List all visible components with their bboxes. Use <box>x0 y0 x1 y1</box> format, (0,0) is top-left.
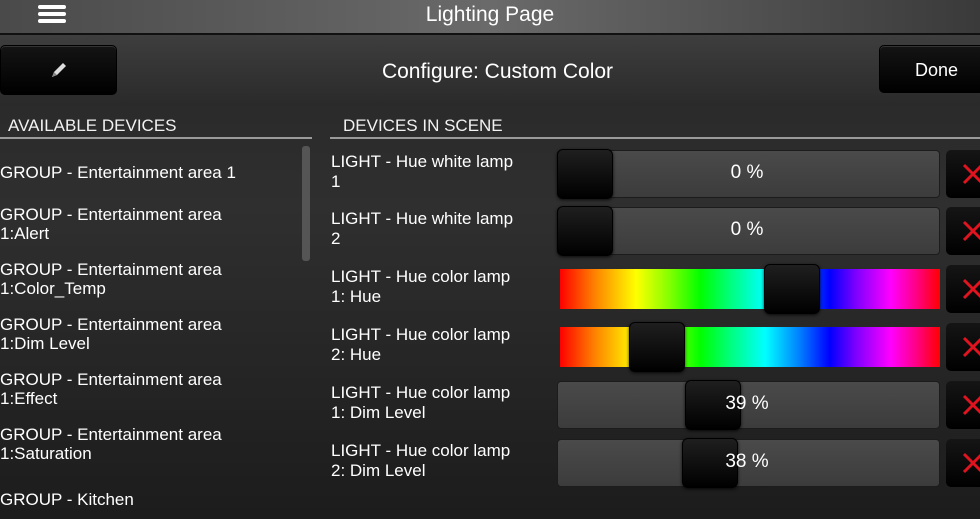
done-button[interactable]: Done <box>879 45 980 93</box>
red-x-icon <box>962 220 980 242</box>
slider-value: 38 % <box>725 451 769 472</box>
list-item[interactable]: GROUP - Entertainment area 1:Dim Level <box>0 315 300 353</box>
scene-row-label: LIGHT - Hue color lamp 1: Dim Level <box>331 383 556 423</box>
scene-row-label: LIGHT - Hue color lamp 2: Dim Level <box>331 441 556 481</box>
list-item-sublabel: 1:Effect <box>0 389 58 408</box>
config-bar: Configure: Custom Color Done <box>0 35 980 105</box>
scene-row-label-line2: 2: Hue <box>331 345 382 364</box>
scene-row-label: LIGHT - Hue color lamp 2: Hue <box>331 325 556 365</box>
scene-row-label-line2: 1: Dim Level <box>331 403 426 422</box>
list-item-label: GROUP - Entertainment area <box>0 315 222 334</box>
list-item[interactable]: GROUP - Kitchen <box>0 490 300 509</box>
list-item-label: GROUP - Entertainment area <box>0 260 222 279</box>
devices-in-scene-heading: DEVICES IN SCENE <box>343 116 503 135</box>
remove-device-button[interactable] <box>946 381 980 429</box>
slider-thumb[interactable] <box>629 322 685 372</box>
slider-thumb[interactable] <box>764 264 820 314</box>
config-title: Configure: Custom Color <box>381 60 614 83</box>
scene-row-label-line1: LIGHT - Hue color lamp <box>331 325 511 344</box>
red-x-icon <box>962 452 980 474</box>
slider-thumb[interactable] <box>557 206 613 256</box>
scene-row-label-line2: 1 <box>331 172 341 191</box>
hue-slider-track[interactable] <box>560 269 940 309</box>
remove-device-button[interactable] <box>946 323 980 371</box>
slider-thumb[interactable] <box>557 149 613 199</box>
scene-row-label: LIGHT - Hue color lamp 1: Hue <box>331 267 556 307</box>
scene-divider <box>330 137 980 139</box>
list-item-sublabel: 1:Dim Level <box>0 334 90 353</box>
scene-row-label-line1: LIGHT - Hue color lamp <box>331 383 511 402</box>
remove-device-button[interactable] <box>946 150 980 198</box>
scene-row-label-line1: LIGHT - Hue color lamp <box>331 267 511 286</box>
scene-row-label-line1: LIGHT - Hue white lamp <box>331 152 514 171</box>
scene-row-label: LIGHT - Hue white lamp 2 <box>331 209 556 249</box>
list-item-label: GROUP - Kitchen <box>0 490 134 509</box>
list-item-sublabel: 1:Alert <box>0 224 50 243</box>
red-x-icon <box>962 394 980 416</box>
page-title: Lighting Page <box>425 3 555 26</box>
available-divider <box>0 137 312 139</box>
available-scrollbar[interactable] <box>302 146 310 261</box>
scene-row-label-line1: LIGHT - Hue white lamp <box>331 209 514 228</box>
red-x-icon <box>962 163 980 185</box>
list-item[interactable]: GROUP - Entertainment area 1:Color_Temp <box>0 260 300 298</box>
list-item-label: GROUP - Entertainment area 1 <box>0 163 236 182</box>
scene-row-label-line2: 1: Hue <box>331 287 382 306</box>
red-x-icon <box>962 336 980 358</box>
scene-row-label-line2: 2 <box>331 229 341 248</box>
remove-device-button[interactable] <box>946 207 980 255</box>
slider-value: 0 % <box>730 162 764 183</box>
list-item[interactable]: GROUP - Entertainment area 1:Effect <box>0 370 300 408</box>
list-item-label: GROUP - Entertainment area <box>0 425 222 444</box>
list-item[interactable]: GROUP - Entertainment area 1:Saturation <box>0 425 300 463</box>
list-item-sublabel: 1:Color_Temp <box>0 279 106 298</box>
scene-row-label-line2: 2: Dim Level <box>331 461 426 480</box>
list-item-sublabel: 1:Saturation <box>0 444 92 463</box>
list-item[interactable]: GROUP - Entertainment area 1 <box>0 163 300 182</box>
list-item-label: GROUP - Entertainment area <box>0 205 222 224</box>
hue-slider-track[interactable] <box>560 327 940 367</box>
remove-device-button[interactable] <box>946 265 980 313</box>
slider-value: 0 % <box>730 219 764 240</box>
slider-value: 39 % <box>725 393 769 414</box>
list-item-label: GROUP - Entertainment area <box>0 370 222 389</box>
list-item[interactable]: GROUP - Entertainment area 1:Alert <box>0 205 300 243</box>
available-devices-heading: AVAILABLE DEVICES <box>8 116 177 135</box>
red-x-icon <box>962 278 980 300</box>
scene-row-label: LIGHT - Hue white lamp 1 <box>331 152 556 192</box>
remove-device-button[interactable] <box>946 439 980 487</box>
title-bar: Lighting Page <box>0 0 980 35</box>
scene-row-label-line1: LIGHT - Hue color lamp <box>331 441 511 460</box>
